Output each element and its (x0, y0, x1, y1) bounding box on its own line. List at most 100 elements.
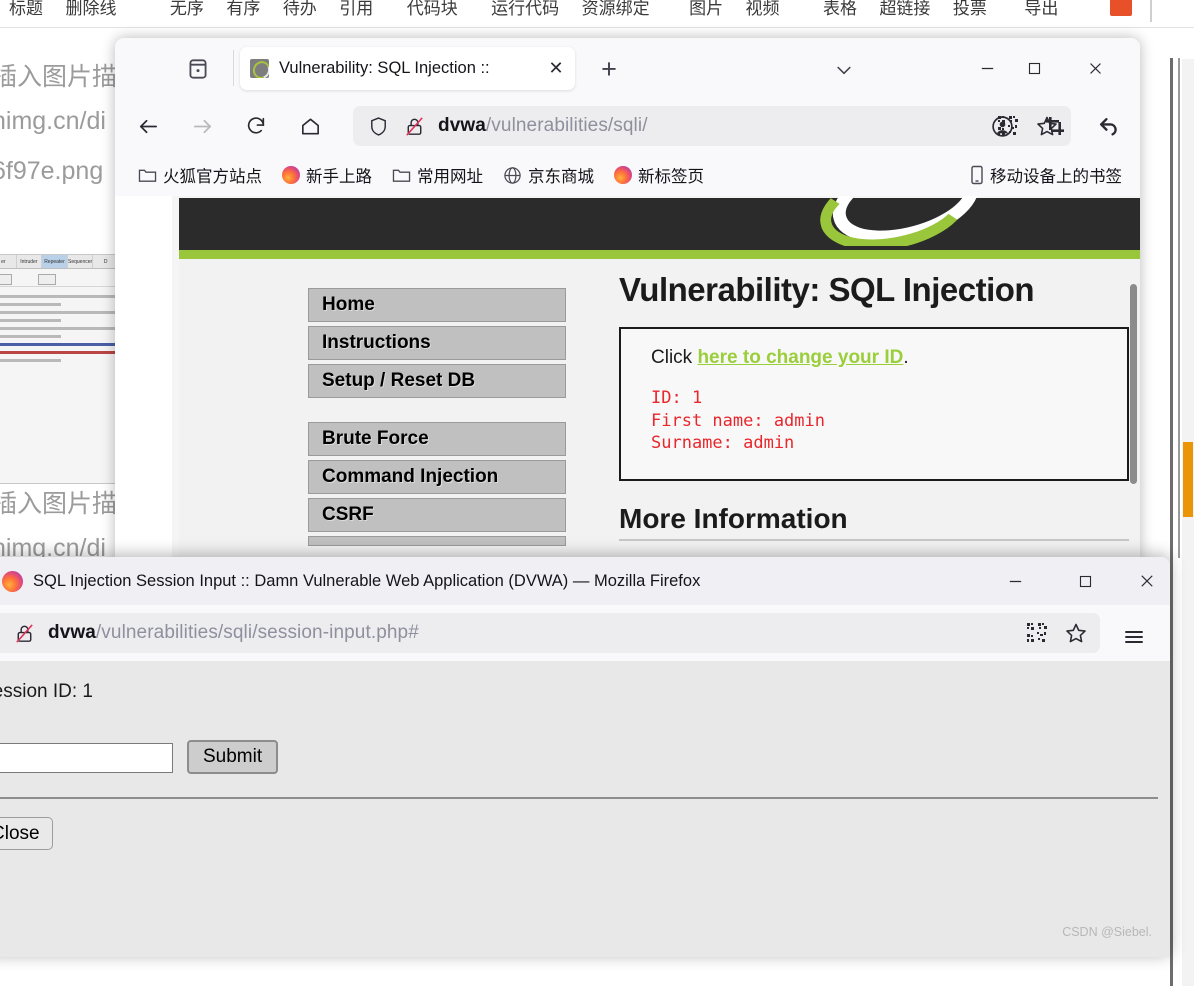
tab-strip: Vulnerability: SQL Injection :: ✕ + (115, 38, 1140, 98)
bookmark-star-icon[interactable] (1059, 617, 1092, 649)
browser-tab-active[interactable]: Vulnerability: SQL Injection :: ✕ (240, 47, 575, 90)
toolbar-item-8[interactable]: 资源绑定 (573, 0, 659, 23)
bookmark-item-mobile[interactable]: 移动设备上的书签 (964, 159, 1128, 191)
markdown-line-3: 插入图片描 (0, 490, 118, 518)
url-path: /vulnerabilities/sqli/session-input.php# (95, 622, 419, 643)
burp-text-line (0, 359, 62, 362)
change-id-link[interactable]: here to change your ID (697, 347, 903, 368)
url-text[interactable]: dvwa/vulnerabilities/sqli/session-input.… (48, 622, 419, 644)
toolbar-item-7[interactable]: 运行代码 (471, 0, 568, 23)
publish-button[interactable] (1110, 0, 1132, 16)
toolbar-item-6[interactable]: 代码块 (387, 0, 467, 23)
burp-text-line (0, 327, 116, 330)
burp-text-line (0, 335, 62, 338)
dvwa-accent-bar (179, 250, 1140, 259)
toolbar-item-1[interactable]: 删除线 (56, 0, 125, 23)
lock-crossed-icon[interactable] (13, 622, 36, 645)
bookmark-item-2[interactable]: 常用网址 (385, 159, 490, 191)
screenshot-crop-icon[interactable] (1038, 110, 1072, 142)
url-path: /vulnerabilities/sqli/ (485, 115, 648, 136)
mobile-device-icon (970, 165, 984, 185)
close-button[interactable]: Close (0, 817, 53, 850)
toolbar-item-3[interactable]: 有序 (217, 0, 269, 23)
list-all-tabs-icon[interactable] (830, 58, 858, 82)
url-bar[interactable]: dvwa/vulnerabilities/sqli/session-input.… (0, 613, 1100, 653)
firefox-view-icon[interactable] (185, 56, 211, 82)
window-minimize-button[interactable] (964, 48, 1010, 88)
bookmark-item-4[interactable]: 新标签页 (607, 159, 711, 191)
app-menu-icon[interactable] (1122, 625, 1146, 649)
toolbar-item-12[interactable]: 超链接 (870, 0, 939, 23)
dvwa-favicon (250, 59, 269, 78)
click-suffix-text: . (903, 347, 909, 368)
bookmark-item-0[interactable]: 火狐官方站点 (131, 159, 269, 191)
sidebar-item-command-injection[interactable]: Command Injection (308, 460, 566, 494)
shield-icon[interactable] (367, 115, 390, 138)
burp-tab-1: Intruder (17, 255, 43, 268)
sidebar-item-brute-force[interactable]: Brute Force (308, 422, 566, 456)
markdown-line-2: 6f97e.png (0, 157, 104, 185)
sidebar-item-home[interactable]: Home (308, 288, 566, 322)
burp-send-button (0, 274, 12, 285)
tab-close-icon[interactable]: ✕ (545, 58, 567, 80)
toolbar-item-14[interactable]: 导出 (1000, 0, 1067, 23)
burp-tab-3: Sequencer (68, 255, 94, 268)
toolbar-item-11[interactable]: 表格 (793, 0, 866, 23)
bookmark-item-3[interactable]: 京东商城 (496, 159, 601, 191)
page-scrollbar-track[interactable] (1130, 284, 1137, 563)
bookmark-label: 新手上路 (306, 168, 372, 186)
burp-text-line (0, 303, 62, 306)
page-title: Vulnerability: SQL Injection (619, 271, 1035, 308)
sidebar-item-instructions[interactable]: Instructions (308, 326, 566, 360)
toolbar-item-13[interactable]: 投票 (944, 0, 996, 23)
toolbar-item-2[interactable]: 无序 (130, 0, 213, 23)
sidebar-item-setup-reset-db[interactable]: Setup / Reset DB (308, 364, 566, 398)
burp-tab-strip: er Intruder Repeater Sequencer D (0, 255, 119, 269)
url-host: dvwa (438, 115, 486, 136)
submit-button[interactable]: Submit (187, 740, 279, 774)
lock-crossed-icon[interactable] (403, 115, 426, 138)
toolbar-item-9[interactable]: 图片 (663, 0, 732, 23)
bookmark-label: 京东商城 (528, 168, 594, 186)
account-icon[interactable] (985, 110, 1019, 142)
editor-toolbar: 标题 删除线 无序 有序 待办 引用 代码块 运行代码 资源绑定 图片 视频 表… (0, 0, 1194, 28)
forward-button[interactable] (185, 110, 219, 142)
window-minimize-button[interactable] (992, 561, 1038, 601)
editor-scrollbar-thumb[interactable] (1183, 442, 1193, 517)
undo-arrow-icon[interactable] (1092, 110, 1126, 142)
bookmark-item-1[interactable]: 新手上路 (275, 159, 379, 191)
page-viewport: Home Instructions Setup / Reset DB Brute… (115, 196, 1140, 563)
new-tab-button[interactable]: + (595, 56, 623, 84)
tab-title: Vulnerability: SQL Injection :: (279, 59, 490, 77)
session-id-input[interactable] (0, 743, 173, 773)
home-button[interactable] (293, 110, 327, 142)
sqli-result-text: ID: 1 First name: admin Surname: admin (651, 388, 825, 454)
editor-right-border (1170, 58, 1173, 986)
reload-button[interactable] (239, 110, 273, 142)
url-bar[interactable]: dvwa/vulnerabilities/sqli/ (353, 106, 1071, 146)
window-maximize-button[interactable] (1011, 48, 1057, 88)
url-host: dvwa (48, 622, 96, 643)
window-close-button[interactable] (1124, 561, 1170, 601)
window-maximize-button[interactable] (1062, 561, 1108, 601)
toolbar-item-4[interactable]: 待办 (274, 0, 326, 23)
burp-button-row (0, 269, 119, 287)
window-title: SQL Injection Session Input :: Damn Vuln… (33, 571, 701, 590)
qr-code-icon[interactable] (1020, 617, 1053, 649)
session-id-label: Session ID: 1 (0, 681, 93, 702)
editor-scrollbar-track[interactable] (1182, 59, 1194, 986)
dvwa-sidebar: Home Instructions Setup / Reset DB Brute… (308, 288, 566, 550)
page-scrollbar-thumb[interactable] (1130, 284, 1137, 484)
sidebar-item-partial[interactable] (308, 536, 566, 546)
back-button[interactable] (131, 110, 165, 142)
url-text[interactable]: dvwa/vulnerabilities/sqli/ (438, 115, 648, 137)
sidebar-item-csrf[interactable]: CSRF (308, 498, 566, 532)
burp-nav-button (38, 274, 57, 285)
navigation-toolbar: dvwa/vulnerabilities/sqli/ (115, 98, 1140, 154)
toolbar-item-5[interactable]: 引用 (330, 0, 382, 23)
toolbar-item-0[interactable]: 标题 (0, 0, 52, 23)
toolbar-item-10[interactable]: 视频 (737, 0, 789, 23)
window-close-button[interactable] (1072, 48, 1118, 88)
dvwa-body: Home Instructions Setup / Reset DB Brute… (179, 259, 1140, 563)
